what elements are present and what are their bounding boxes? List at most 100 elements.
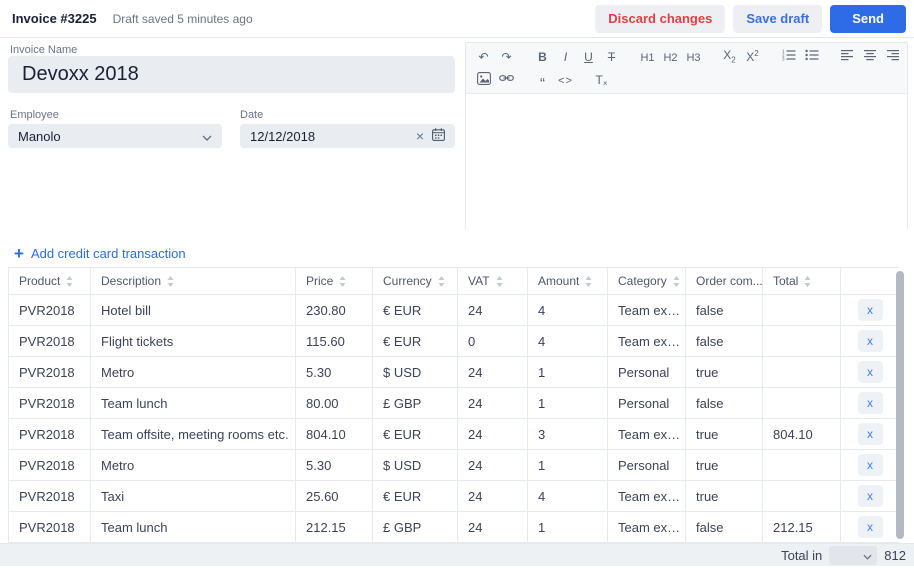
- cell-price[interactable]: 230.80: [295, 294, 373, 326]
- cell-description[interactable]: Flight tickets: [90, 325, 296, 357]
- cell-description[interactable]: Metro: [90, 449, 296, 481]
- align-left-button[interactable]: [836, 46, 859, 68]
- add-credit-card-transaction-link[interactable]: + Add credit card transaction: [14, 245, 186, 262]
- column-header-currency[interactable]: Currency: [372, 267, 458, 295]
- cell-product[interactable]: PVR2018: [8, 356, 91, 388]
- column-header-description[interactable]: Description: [90, 267, 296, 295]
- ordered-list-button[interactable]: 123: [777, 46, 800, 68]
- cell-description[interactable]: Team offsite, meeting rooms etc.: [90, 418, 296, 450]
- cell-currency[interactable]: £ GBP: [372, 511, 458, 543]
- cell-amount[interactable]: 4: [527, 294, 608, 326]
- cell-currency[interactable]: $ USD: [372, 449, 458, 481]
- cell-amount[interactable]: 1: [527, 387, 608, 419]
- image-button[interactable]: [472, 69, 495, 91]
- cell-product[interactable]: PVR2018: [8, 325, 91, 357]
- clear-format-button[interactable]: T×: [590, 69, 613, 91]
- cell-order-completed[interactable]: false: [685, 325, 763, 357]
- employee-select[interactable]: Manolo: [8, 124, 222, 148]
- column-header-category[interactable]: Category: [607, 267, 686, 295]
- link-button[interactable]: [495, 69, 518, 91]
- cell-description[interactable]: Metro: [90, 356, 296, 388]
- save-draft-button[interactable]: Save draft: [733, 4, 823, 33]
- align-right-button[interactable]: [882, 46, 905, 68]
- cell-amount[interactable]: 4: [527, 480, 608, 512]
- redo-button[interactable]: ↷: [495, 46, 518, 68]
- cell-order-completed[interactable]: false: [685, 294, 763, 326]
- cell-order-completed[interactable]: false: [685, 387, 763, 419]
- cell-product[interactable]: PVR2018: [8, 449, 91, 481]
- column-header-vat[interactable]: VAT: [457, 267, 528, 295]
- table-scrollbar[interactable]: [896, 271, 904, 539]
- cell-price[interactable]: 25.60: [295, 480, 373, 512]
- cell-vat[interactable]: 24: [457, 418, 528, 450]
- bold-button[interactable]: B: [531, 46, 554, 68]
- align-center-button[interactable]: [859, 46, 882, 68]
- code-button[interactable]: <>: [554, 69, 577, 91]
- cell-vat[interactable]: 24: [457, 294, 528, 326]
- cell-amount[interactable]: 4: [527, 325, 608, 357]
- column-header-product[interactable]: Product: [8, 267, 91, 295]
- cell-category[interactable]: Team expe...: [607, 511, 686, 543]
- h2-button[interactable]: H2: [659, 46, 682, 68]
- cell-amount[interactable]: 1: [527, 356, 608, 388]
- cell-category[interactable]: Team expe...: [607, 480, 686, 512]
- cell-price[interactable]: 212.15: [295, 511, 373, 543]
- underline-button[interactable]: U: [577, 46, 600, 68]
- cell-description[interactable]: Taxi: [90, 480, 296, 512]
- superscript-button[interactable]: X2: [741, 46, 764, 68]
- cell-vat[interactable]: 24: [457, 511, 528, 543]
- cell-amount[interactable]: 1: [527, 449, 608, 481]
- cell-category[interactable]: Team expe...: [607, 325, 686, 357]
- delete-row-button[interactable]: x: [857, 454, 883, 476]
- clear-date-icon[interactable]: ×: [416, 129, 424, 143]
- cell-product[interactable]: PVR2018: [8, 480, 91, 512]
- column-header-amount[interactable]: Amount: [527, 267, 608, 295]
- column-header-order-com[interactable]: Order com...: [685, 267, 763, 295]
- cell-price[interactable]: 5.30: [295, 449, 373, 481]
- delete-row-button[interactable]: x: [857, 485, 883, 507]
- h3-button[interactable]: H3: [682, 46, 705, 68]
- cell-vat[interactable]: 24: [457, 449, 528, 481]
- delete-row-button[interactable]: x: [857, 330, 883, 352]
- cell-product[interactable]: PVR2018: [8, 511, 91, 543]
- cell-category[interactable]: Team expe...: [607, 418, 686, 450]
- cell-product[interactable]: PVR2018: [8, 294, 91, 326]
- cell-currency[interactable]: € EUR: [372, 294, 458, 326]
- cell-price[interactable]: 115.60: [295, 325, 373, 357]
- cell-product[interactable]: PVR2018: [8, 387, 91, 419]
- cell-currency[interactable]: £ GBP: [372, 387, 458, 419]
- cell-category[interactable]: Team expe...: [607, 294, 686, 326]
- column-header-price[interactable]: Price: [295, 267, 373, 295]
- delete-row-button[interactable]: x: [857, 361, 883, 383]
- cell-order-completed[interactable]: true: [685, 449, 763, 481]
- delete-row-button[interactable]: x: [857, 423, 883, 445]
- delete-row-button[interactable]: x: [857, 516, 883, 538]
- cell-order-completed[interactable]: true: [685, 356, 763, 388]
- cell-category[interactable]: Personal: [607, 356, 686, 388]
- cell-currency[interactable]: € EUR: [372, 418, 458, 450]
- invoice-name-input[interactable]: [8, 56, 455, 93]
- cell-order-completed[interactable]: true: [685, 418, 763, 450]
- cell-product[interactable]: PVR2018: [8, 418, 91, 450]
- cell-order-completed[interactable]: false: [685, 511, 763, 543]
- blockquote-button[interactable]: “: [531, 69, 554, 91]
- cell-description[interactable]: Team lunch: [90, 511, 296, 543]
- cell-vat[interactable]: 0: [457, 325, 528, 357]
- bullet-list-button[interactable]: [800, 46, 823, 68]
- calendar-icon[interactable]: [432, 128, 445, 144]
- cell-description[interactable]: Hotel bill: [90, 294, 296, 326]
- cell-currency[interactable]: € EUR: [372, 325, 458, 357]
- undo-button[interactable]: ↶: [472, 46, 495, 68]
- cell-currency[interactable]: $ USD: [372, 356, 458, 388]
- column-header-total[interactable]: Total: [762, 267, 841, 295]
- editor-content-area[interactable]: [466, 94, 907, 233]
- cell-category[interactable]: Personal: [607, 449, 686, 481]
- strikethrough-button[interactable]: T: [600, 46, 623, 68]
- cell-amount[interactable]: 3: [527, 418, 608, 450]
- cell-order-completed[interactable]: true: [685, 480, 763, 512]
- cell-description[interactable]: Team lunch: [90, 387, 296, 419]
- cell-price[interactable]: 804.10: [295, 418, 373, 450]
- cell-category[interactable]: Personal: [607, 387, 686, 419]
- date-input[interactable]: 12/12/2018 ×: [240, 124, 455, 148]
- total-currency-select[interactable]: [829, 545, 878, 565]
